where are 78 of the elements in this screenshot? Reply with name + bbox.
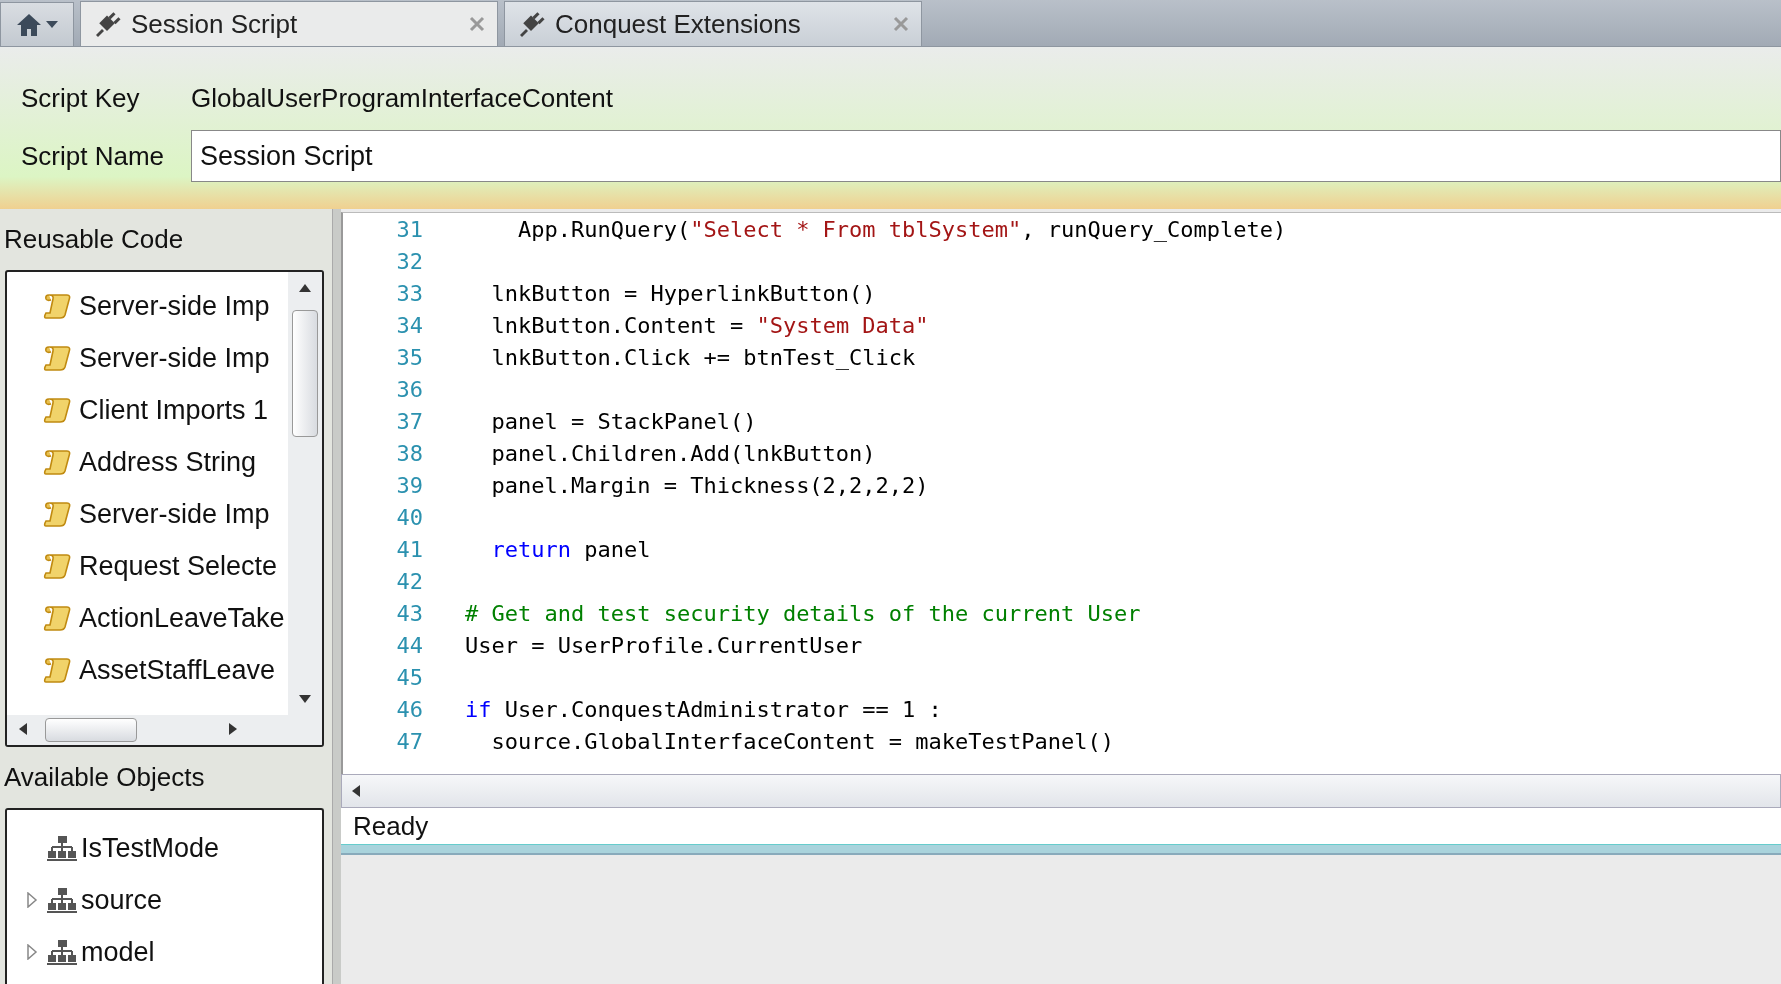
field-label: Script Key <box>21 82 141 114</box>
close-icon[interactable] <box>893 16 909 32</box>
line-number: 42 <box>395 568 423 594</box>
scroll-right-icon[interactable] <box>229 723 237 735</box>
line-number: 45 <box>395 664 423 690</box>
code-line: lnkButton = HyperlinkButton() <box>490 280 876 306</box>
scroll-left-icon[interactable] <box>19 723 27 735</box>
tree-item[interactable]: IsTestMode <box>7 822 322 874</box>
script-name-field[interactable]: Session Script <box>191 130 1781 182</box>
line-number: 39 <box>395 472 423 498</box>
scroll-up-icon[interactable] <box>299 284 311 292</box>
scroll-icon <box>43 395 73 425</box>
line-number: 47 <box>395 728 423 754</box>
scroll-icon <box>43 655 73 685</box>
script-key-value: GlobalUserProgramInterfaceContent <box>191 82 614 114</box>
line-number: 43 <box>395 600 423 626</box>
scroll-icon <box>43 291 73 321</box>
panel-heading: Available Objects <box>4 762 205 793</box>
line-number: 41 <box>395 536 423 562</box>
line-number: 33 <box>395 280 423 306</box>
code-line: User = UserProfile.CurrentUser <box>465 632 863 658</box>
scroll-down-icon[interactable] <box>299 695 311 703</box>
scroll-thumb[interactable] <box>292 310 318 437</box>
scroll-icon <box>43 343 73 373</box>
scroll-icon <box>43 499 73 529</box>
code-line: lnkButton.Click += btnTest_Click <box>490 344 916 370</box>
list-item[interactable]: Client Imports 1 <box>43 384 288 436</box>
scroll-icon <box>43 603 73 633</box>
home-icon <box>16 12 42 37</box>
code-line: App.RunQuery("Select * From tblSystem", runQuery_Complete) <box>516 216 1287 242</box>
scroll-thumb[interactable] <box>45 718 137 742</box>
list-item[interactable]: ActionLeaveTake <box>43 592 288 644</box>
home-button[interactable] <box>0 2 74 46</box>
list-item[interactable]: AssetStaffLeave <box>43 644 288 696</box>
field-label: Script Name <box>21 140 166 172</box>
line-number: 34 <box>395 312 423 338</box>
vertical-scrollbar[interactable] <box>288 272 322 715</box>
hierarchy-icon <box>47 939 77 965</box>
horizontal-scrollbar[interactable] <box>7 715 322 745</box>
line-number: 37 <box>395 408 423 434</box>
line-number: 31 <box>395 216 423 242</box>
tree-item[interactable]: source <box>7 874 322 926</box>
tree-item[interactable]: model <box>7 926 322 978</box>
scroll-icon <box>43 447 73 477</box>
list-item[interactable]: Server-side Imp <box>43 280 288 332</box>
list-item[interactable]: Server-side Imp <box>43 332 288 384</box>
code-line: source.GlobalInterfaceContent = makeTestPanel() <box>490 728 1114 754</box>
close-icon[interactable] <box>469 16 485 32</box>
caret-icon <box>46 21 58 28</box>
code-line: panel.Children.Add(lnkButton) <box>490 440 876 466</box>
scroll-left-icon[interactable] <box>352 785 360 797</box>
list-item[interactable]: Address String <box>43 436 288 488</box>
tab[interactable]: Conquest Extensions <box>504 1 922 46</box>
panel-heading: Reusable Code <box>4 224 184 255</box>
code-line: return panel <box>490 536 651 562</box>
code-line: if User.ConquestAdministrator == 1 : <box>465 696 942 722</box>
line-number: 44 <box>395 632 423 658</box>
hierarchy-icon <box>47 835 77 861</box>
scroll-icon <box>43 551 73 581</box>
code-editor[interactable] <box>341 212 1781 774</box>
code-line: # Get and test security details of the current User <box>465 600 1141 626</box>
hierarchy-icon <box>47 887 77 913</box>
line-number: 32 <box>395 248 423 274</box>
tab[interactable]: Session Script <box>80 1 498 46</box>
line-number: 36 <box>395 376 423 402</box>
code-line: lnkButton.Content = "System Data" <box>490 312 929 338</box>
line-number: 46 <box>395 696 423 722</box>
line-number: 38 <box>395 440 423 466</box>
list-item[interactable]: Server-side Imp <box>43 488 288 540</box>
code-line: panel.Margin = Thickness(2,2,2,2) <box>490 472 929 498</box>
status-text: Ready <box>353 810 429 842</box>
horizontal-scrollbar[interactable] <box>341 774 1781 808</box>
line-number: 40 <box>395 504 423 530</box>
expand-icon[interactable] <box>26 892 38 908</box>
list-item[interactable]: Request Selecte <box>43 540 288 592</box>
line-number: 35 <box>395 344 423 370</box>
expand-icon[interactable] <box>26 944 38 960</box>
code-line: panel = StackPanel() <box>490 408 757 434</box>
